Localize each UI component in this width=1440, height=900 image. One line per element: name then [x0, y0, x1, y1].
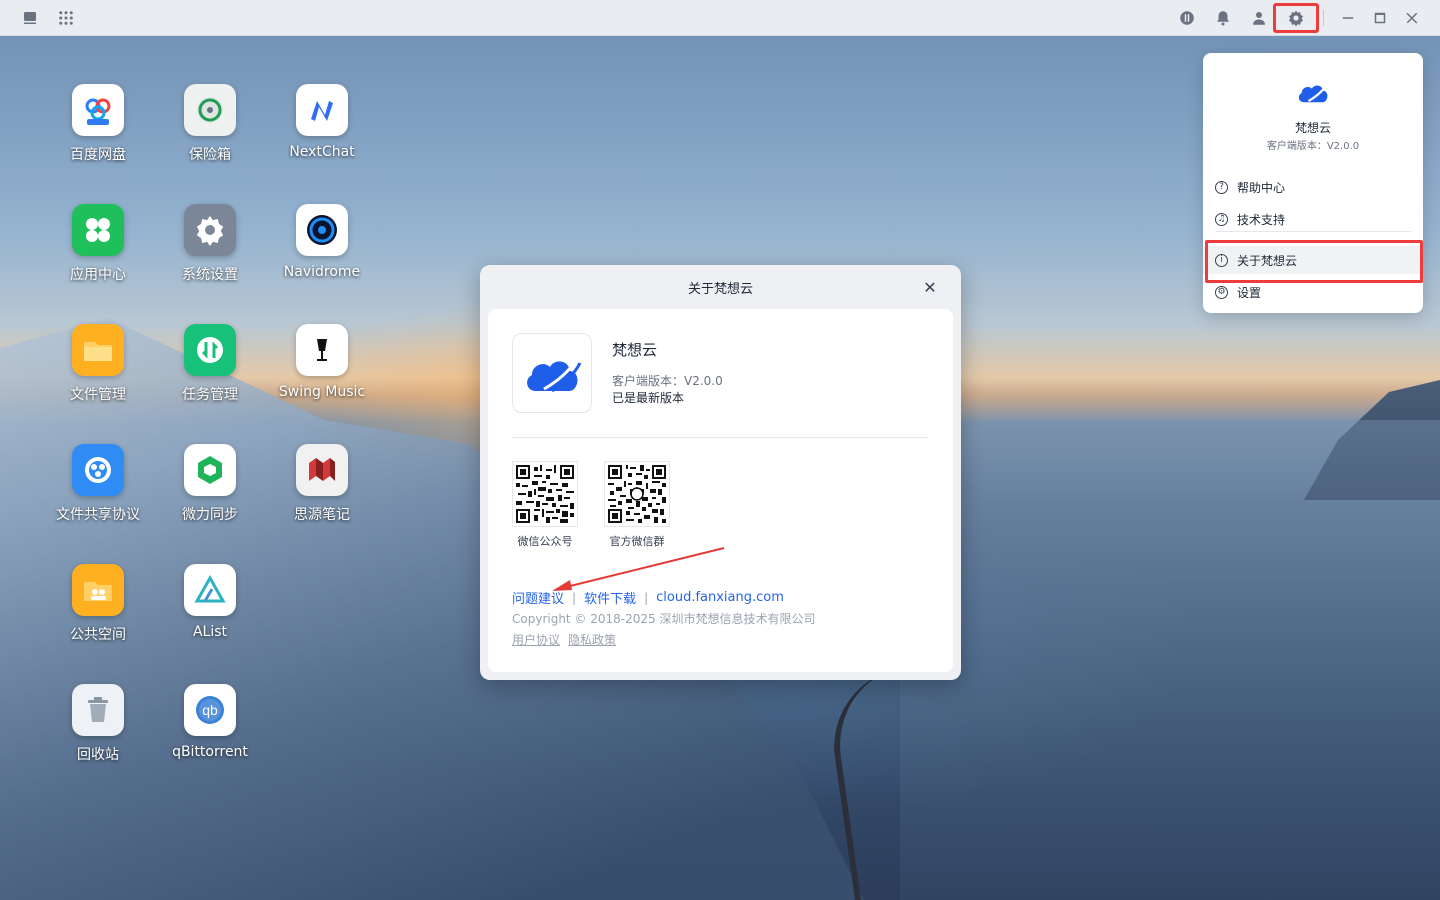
monitor-icon[interactable]	[1175, 6, 1199, 30]
app-nextchat[interactable]: NextChat	[267, 84, 377, 184]
app-task-manager[interactable]: 任务管理	[155, 324, 265, 424]
app-label: 百度网盘	[70, 147, 126, 163]
settings-gear-icon: ⚙	[1215, 285, 1228, 299]
app-label: Swing Music	[278, 384, 366, 400]
public-space-icon	[72, 564, 124, 616]
menu-item-label: 设置	[1237, 285, 1262, 300]
privacy-policy-link[interactable]: 隐私政策	[568, 631, 616, 648]
app-label: 微力同步	[182, 507, 238, 523]
update-status: 已是最新版本	[612, 391, 685, 405]
app-center-icon	[72, 204, 124, 256]
close-icon[interactable]: ✕	[920, 277, 940, 297]
copyright-text: Copyright © 2018-2025 深圳市梵想信息技术有限公司	[512, 612, 816, 626]
user-icon[interactable]	[1247, 6, 1271, 30]
app-baidu-netdisk[interactable]: 百度网盘	[43, 84, 153, 184]
app-public-space[interactable]: 公共空间	[43, 564, 153, 664]
fjord-water	[900, 420, 1440, 900]
trash-icon	[72, 684, 124, 736]
svg-text:qb: qb	[202, 702, 218, 718]
app-grid-icon[interactable]	[54, 6, 78, 30]
wechat-official-qr: 微信公众号	[509, 461, 581, 549]
swing-music-icon	[296, 324, 348, 376]
menu-divider	[1215, 231, 1411, 232]
app-siyuan-notes[interactable]: 思源笔记	[267, 444, 377, 544]
app-navidrome[interactable]: Navidrome	[267, 204, 377, 304]
navidrome-icon	[296, 204, 348, 256]
menu-item-help-center[interactable]: ? 帮助中心	[1203, 173, 1423, 201]
gear-highlight-box	[1273, 3, 1319, 33]
minimize-icon[interactable]	[1336, 6, 1360, 30]
app-name: 梵想云	[612, 341, 658, 359]
app-label: 文件管理	[70, 387, 126, 403]
top-bar-divider	[1323, 10, 1324, 26]
app-label: AList	[192, 624, 228, 640]
app-label: NextChat	[289, 144, 355, 160]
app-label: 保险箱	[189, 147, 231, 163]
app-alist[interactable]: AList	[155, 564, 265, 664]
app-version: 客户端版本：V2.0.0	[612, 374, 723, 388]
app-qbittorrent[interactable]: qb qBittorrent	[155, 684, 265, 784]
app-label: 思源笔记	[294, 507, 350, 523]
settings-gear-icon	[184, 204, 236, 256]
annotation-arrow-icon	[552, 547, 725, 591]
app-label: 公共空间	[70, 627, 126, 643]
app-label: 回收站	[77, 747, 119, 763]
app-label: 任务管理	[182, 387, 238, 403]
cloud-logo-icon	[527, 356, 582, 393]
user-agreement-link[interactable]: 用户协议	[512, 631, 560, 648]
wechat-group-qr: 官方微信群	[601, 461, 673, 549]
about-dialog: 关于梵想云 ✕ 梵想云 客户端版本：V2.0.0 已是最新版本 微信公众号 官方…	[480, 265, 961, 680]
menu-item-label: 帮助中心	[1237, 180, 1286, 195]
headset-icon: ♫	[1215, 212, 1228, 226]
help-icon: ?	[1215, 180, 1228, 194]
app-logo	[512, 333, 592, 413]
app-label: Navidrome	[283, 264, 361, 280]
app-label: 应用中心	[70, 267, 126, 283]
app-safe[interactable]: 保险箱	[155, 84, 265, 184]
qbittorrent-icon: qb	[184, 684, 236, 736]
verysync-icon	[184, 444, 236, 496]
legal-links: 用户协议 隐私政策	[512, 631, 616, 648]
app-label: qBittorrent	[172, 744, 248, 760]
qr-code-icon	[604, 461, 670, 527]
alist-icon	[184, 564, 236, 616]
top-bar	[0, 0, 1440, 36]
about-highlight-box	[1205, 240, 1423, 283]
menu-item-label: 技术支持	[1237, 212, 1286, 227]
app-app-center[interactable]: 应用中心	[43, 204, 153, 304]
app-file-manager[interactable]: 文件管理	[43, 324, 153, 424]
dialog-title: 关于梵想云	[687, 281, 753, 297]
cloud-logo-icon	[1298, 82, 1329, 103]
folder-icon	[72, 324, 124, 376]
nextchat-icon	[296, 84, 348, 136]
app-system-settings[interactable]: 系统设置	[155, 204, 265, 304]
app-swing-music[interactable]: Swing Music	[267, 324, 377, 424]
task-manager-icon	[184, 324, 236, 376]
app-file-share-protocol[interactable]: 文件共享协议	[43, 444, 153, 544]
app-recycle-bin[interactable]: 回收站	[43, 684, 153, 784]
app-verysync[interactable]: 微力同步	[155, 444, 265, 544]
close-window-icon[interactable]	[1400, 6, 1424, 30]
siyuan-icon	[296, 444, 348, 496]
menu-item-tech-support[interactable]: ♫ 技术支持	[1203, 205, 1423, 233]
maximize-icon[interactable]	[1368, 6, 1392, 30]
desktop-icon[interactable]	[18, 6, 42, 30]
app-label: 系统设置	[182, 267, 238, 283]
divider	[512, 437, 929, 438]
dialog-body: 梵想云 客户端版本：V2.0.0 已是最新版本 微信公众号 官方微信群 问题建议…	[488, 309, 953, 672]
menu-app-version: 客户端版本：V2.0.0	[1266, 141, 1360, 152]
menu-app-name: 梵想云	[1294, 121, 1331, 135]
file-share-icon	[72, 444, 124, 496]
baidu-netdisk-icon	[72, 84, 124, 136]
qr-code-icon	[512, 461, 578, 527]
bell-icon[interactable]	[1211, 6, 1235, 30]
safe-icon	[184, 84, 236, 136]
app-label: 文件共享协议	[56, 507, 140, 523]
